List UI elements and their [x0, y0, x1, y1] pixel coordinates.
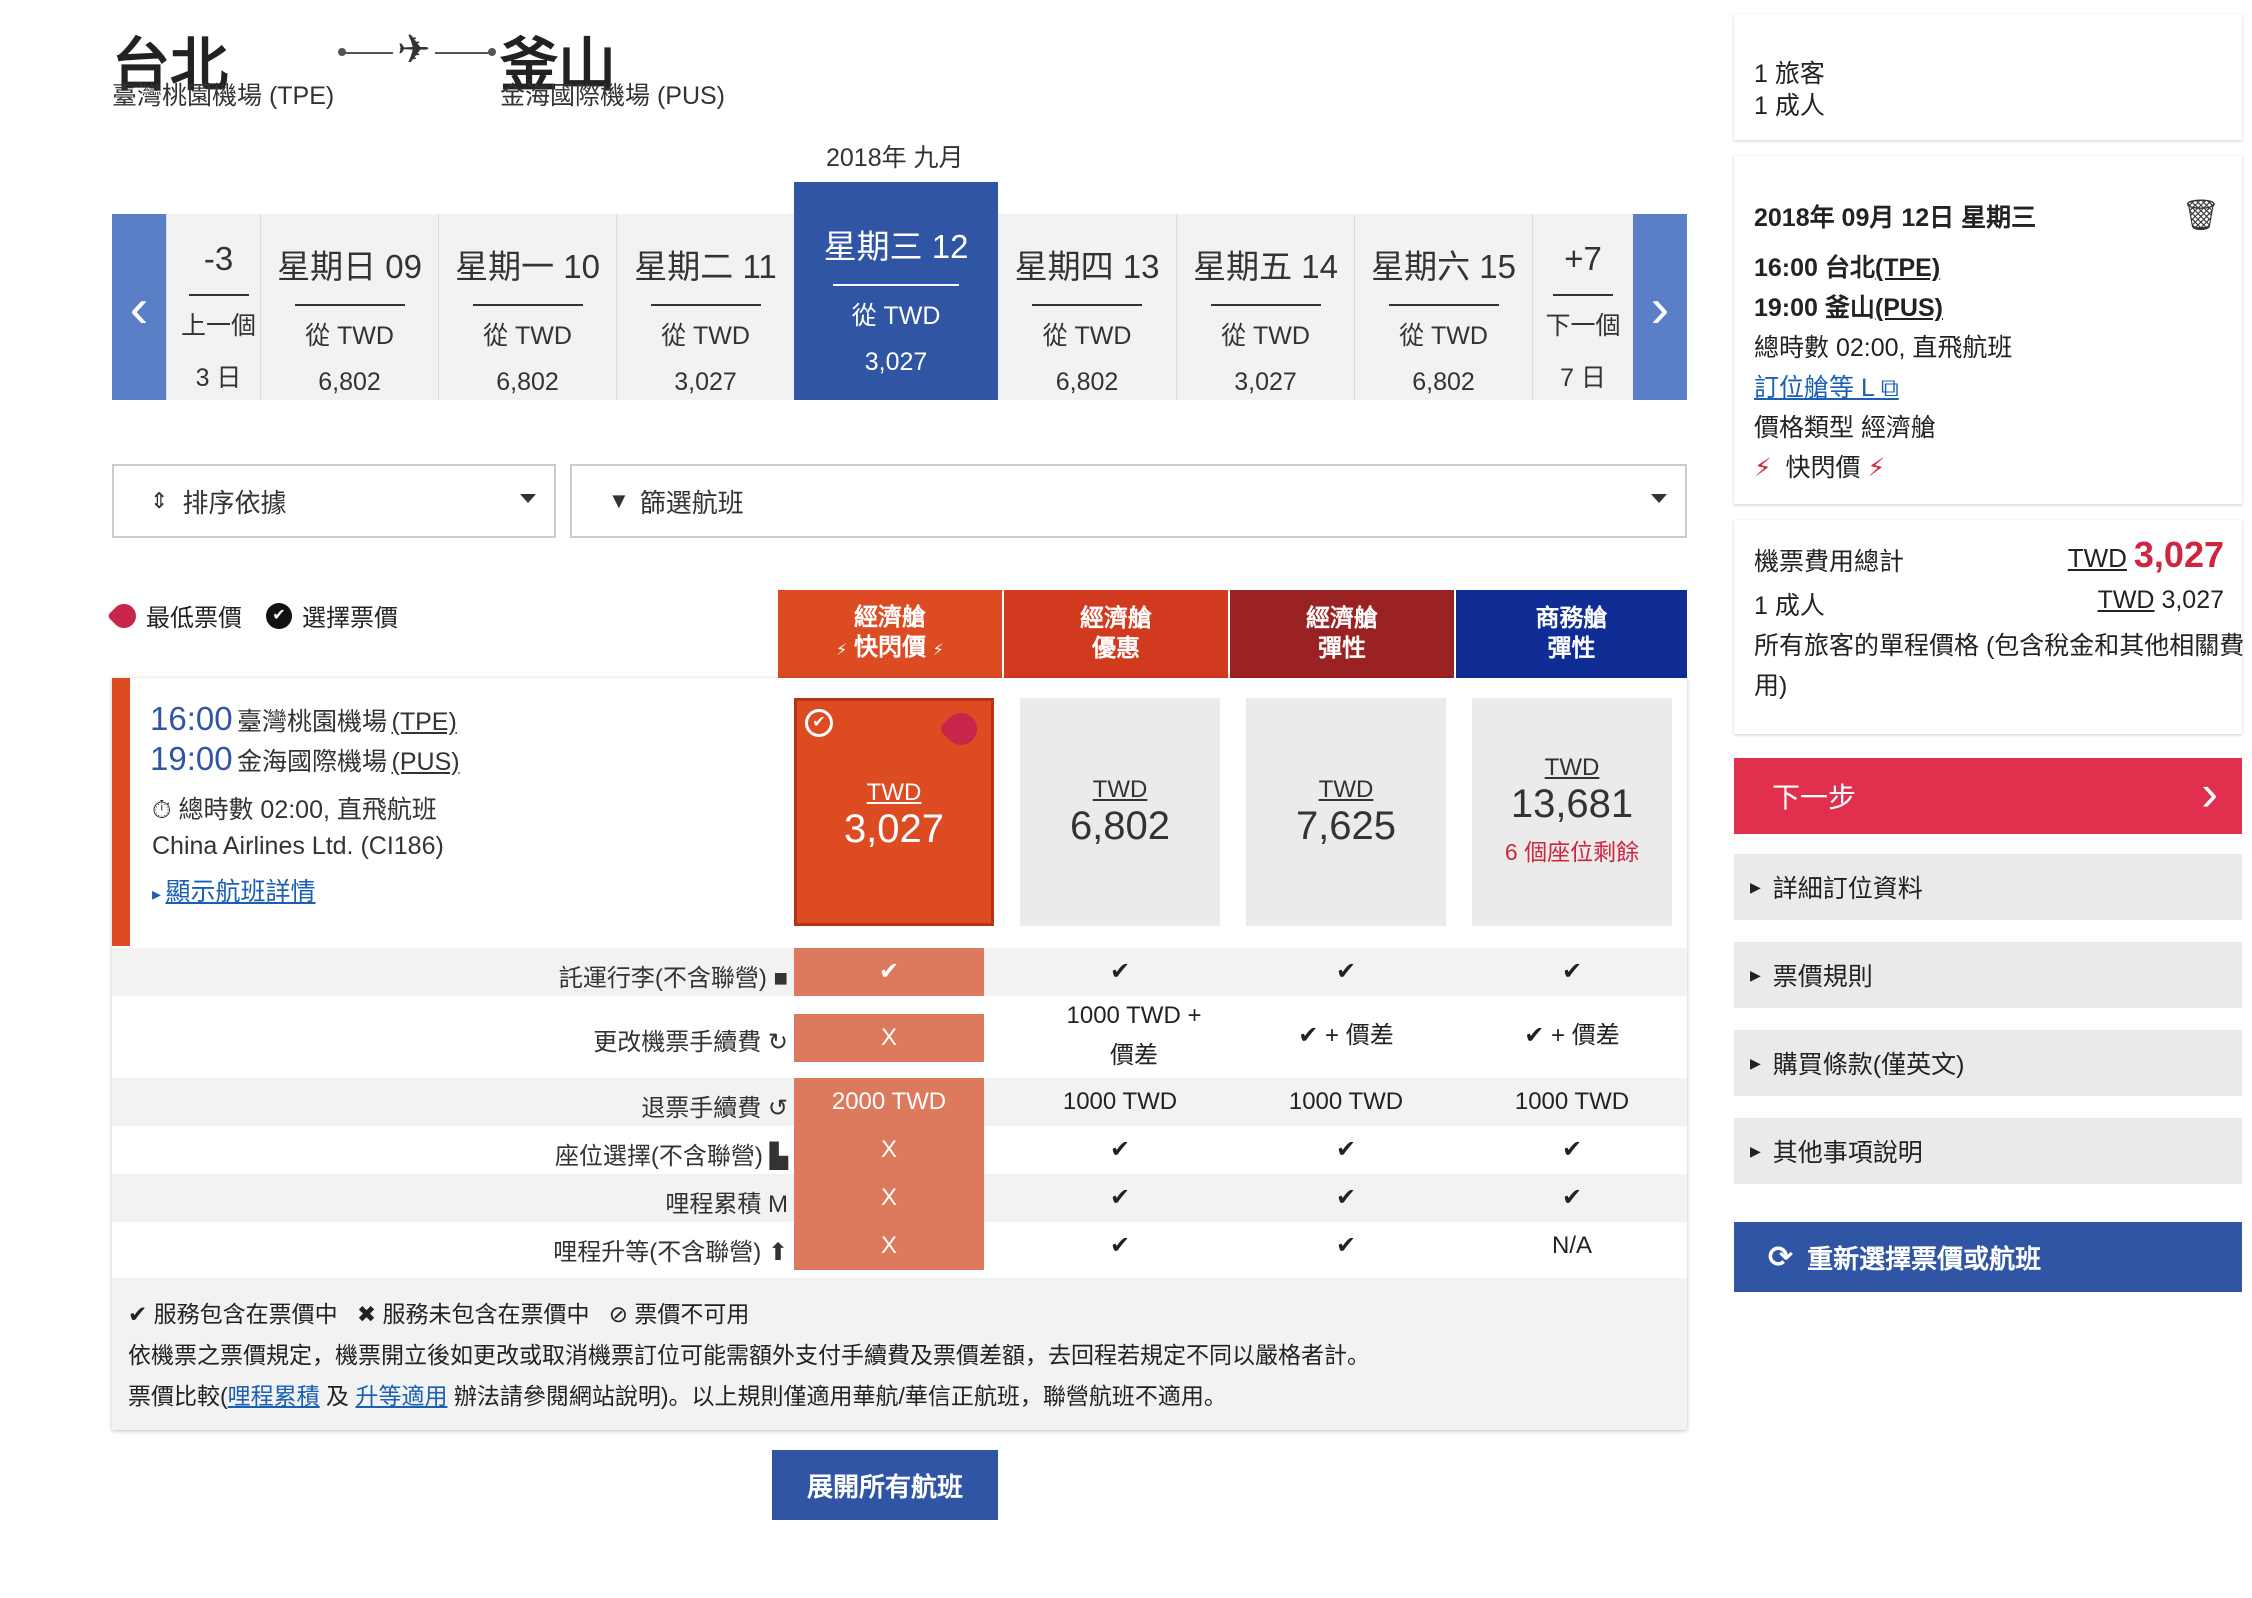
total-price: 3,027: [2133, 534, 2224, 575]
feature-row-change-fee: 更改機票手續費 ↻ X 1000 TWD + 價差 ✔ + 價差 ✔ + 價差: [593, 1002, 1620, 1069]
chevron-right-icon: ›: [1650, 275, 1670, 339]
day-mon-10[interactable]: 星期一 10 從 TWD 6,802: [438, 214, 616, 400]
trash-icon[interactable]: 🗑: [2182, 198, 2220, 233]
accordion-other-notes[interactable]: ▶ 其他事項說明: [1734, 1118, 2242, 1184]
price-legend: 最低票價 ✔ 選擇票價: [107, 598, 398, 633]
booking-class-link[interactable]: 訂位艙等 L ⧉: [1754, 368, 1899, 404]
departure-airport: 臺灣桃園機場: [237, 708, 388, 736]
flash-icon: ⚡: [1867, 454, 1885, 482]
calendar-month: 2018年 九月: [826, 144, 964, 172]
day-wed-12-selected[interactable]: 星期三 12 從 TWD 3,027: [794, 182, 998, 400]
airplane-icon: ✈: [393, 30, 435, 70]
show-flight-details-link[interactable]: ▸ 顯示航班詳情: [152, 872, 316, 908]
fare-header-economy-discount: 經濟艙 優惠: [1004, 590, 1228, 678]
caret-right-icon: ▸: [152, 884, 162, 904]
arrival-time: 19:00: [150, 740, 233, 777]
sort-select[interactable]: ⇕ 排序依據: [112, 464, 556, 538]
fare-header-economy-flash: 經濟艙 ⚡ 快閃價 ⚡: [778, 590, 1002, 678]
flash-icon: ⚡: [836, 641, 848, 659]
caret-right-icon: ▶: [1750, 1054, 1761, 1071]
destination-airport: 金海國際機場 (PUS): [500, 82, 726, 110]
day-next-7[interactable]: +7 下一個 7 日: [1532, 214, 1633, 400]
price-tag-icon: [107, 598, 141, 633]
fare-option-economy-flex[interactable]: TWD 7,625: [1246, 698, 1446, 926]
feature-row-baggage: 託運行李(不含聯營) ■ ✔ ✔ ✔ ✔: [112, 948, 1687, 996]
prev-dates-button[interactable]: ‹: [112, 214, 166, 400]
flight-duration: 總時數 02:00, 直飛航班: [178, 796, 437, 824]
check-icon: ✔: [128, 1301, 148, 1327]
refresh-icon: ⟳: [1768, 1240, 1794, 1274]
refund-icon: ↺: [767, 1095, 788, 1122]
filter-label: 篩選航班: [639, 487, 744, 518]
expand-all-flights-button[interactable]: 展開所有航班: [772, 1450, 998, 1520]
price-tag-icon: [938, 706, 984, 752]
passenger-summary: 1 旅客 1 成人: [1734, 14, 2242, 140]
fare-header-business-flex: 商務艙 彈性: [1456, 590, 1687, 678]
itinerary-date: 2018年 09月 12日 星期三: [1754, 204, 2037, 232]
accordion-fare-rules[interactable]: ▶ 票價規則: [1734, 942, 2242, 1008]
legend-selected: 選擇票價: [302, 605, 398, 632]
check-circle-icon: ✔: [266, 602, 292, 629]
upgrade-icon: ⬆: [767, 1239, 788, 1266]
accordion-purchase-terms[interactable]: ▶ 購買條款(僅英文): [1734, 1030, 2242, 1096]
unavailable-icon: ⊘: [608, 1301, 628, 1327]
next-step-button[interactable]: 下一步 ›: [1734, 758, 2242, 834]
fare-option-economy-discount[interactable]: TWD 6,802: [1020, 698, 1220, 926]
filter-select[interactable]: ▼ 篩選航班: [570, 464, 1687, 538]
seat-icon: ▙: [769, 1143, 788, 1170]
day-fri-14[interactable]: 星期五 14 從 TWD 3,027: [1176, 214, 1354, 400]
feature-row-miles-upgrade: 哩程升等(不含聯營) ⬆ X ✔ ✔ N/A: [112, 1222, 1687, 1270]
caret-right-icon: ▶: [1750, 878, 1761, 895]
chevron-right-icon: ›: [2201, 765, 2218, 821]
selected-check-icon: ✔: [805, 709, 833, 737]
flash-icon: ⚡: [932, 641, 944, 659]
miles-icon: M: [768, 1191, 788, 1218]
reselect-fare-button[interactable]: ⟳ 重新選擇票價或航班: [1734, 1222, 2242, 1292]
day-sun-09[interactable]: 星期日 09 從 TWD 6,802: [260, 214, 438, 400]
arrival-airport: 金海國際機場: [237, 748, 388, 776]
fare-rule-note: 依機票之票價規定，機票開立後如更改或取消機票訂位可能需額外支付手續費及票價差額，…: [128, 1342, 1370, 1368]
departure-time: 16:00: [150, 700, 233, 737]
miles-earning-link[interactable]: 哩程累積: [228, 1383, 320, 1409]
day-tue-11[interactable]: 星期二 11 從 TWD 3,027: [616, 214, 794, 400]
external-link-icon: ⧉: [1880, 374, 1899, 402]
feature-row-miles-earning: 哩程累積 M X ✔ ✔ ✔: [112, 1174, 1687, 1222]
stopwatch-icon: ⏱: [152, 796, 172, 824]
fare-header-economy-flex: 經濟艙 彈性: [1230, 590, 1454, 678]
seats-remaining: 6 個座位剩餘: [1504, 839, 1640, 865]
itinerary-summary: 2018年 09月 12日 星期三 🗑 16:00 台北(TPE) 19:00 …: [1734, 156, 2242, 504]
fare-option-business-flex[interactable]: TWD 13,681 6 個座位剩餘: [1472, 698, 1672, 926]
caret-right-icon: ▶: [1750, 966, 1761, 983]
flash-icon: ⚡: [1754, 454, 1772, 482]
filter-icon: ▼: [608, 488, 630, 513]
departure-code: (TPE): [391, 708, 457, 736]
suitcase-icon: ■: [773, 965, 789, 992]
caret-down-icon: [1651, 494, 1667, 503]
fare-notes: ✔ 服務包含在票價中 ✖ 服務未包含在票價中 ⊘ 票價不可用 依機票之票價規定，…: [112, 1278, 1687, 1430]
origin-airport: 臺灣桃園機場 (TPE): [112, 82, 335, 110]
day-thu-13[interactable]: 星期四 13 從 TWD 6,802: [998, 214, 1176, 400]
next-dates-button[interactable]: ›: [1633, 214, 1687, 400]
cross-icon: ✖: [356, 1301, 377, 1327]
caret-down-icon: [520, 494, 536, 503]
upgrade-rules-link[interactable]: 升等適用: [355, 1383, 447, 1409]
flight-card: 16:00 臺灣桃園機場 (TPE) 19:00 金海國際機場 (PUS) ⏱ …: [112, 678, 1687, 1430]
feature-row-refund-fee: 退票手續費 ↺ 2000 TWD 1000 TWD 1000 TWD 1000 …: [112, 1078, 1687, 1126]
date-selector: ‹ -3 上一個 3 日 星期日 09 從 TWD 6,802 星期一 10 從…: [112, 182, 1687, 400]
price-summary: 機票費用總計 TWD 3,027 1 成人 TWD 3,027 所有旅客的單程價…: [1734, 520, 2244, 734]
day-prev-3[interactable]: -3 上一個 3 日: [166, 214, 270, 400]
arrival-code: (PUS): [391, 748, 460, 776]
chevron-left-icon: ‹: [129, 275, 149, 339]
feature-row-seat-selection: 座位選擇(不含聯營) ▙ X ✔ ✔ ✔: [112, 1126, 1687, 1174]
sort-icon: ⇕: [150, 488, 169, 513]
accordion-booking-details[interactable]: ▶ 詳細訂位資料: [1734, 854, 2242, 920]
flight-carrier: China Airlines Ltd. (CI186): [152, 832, 444, 860]
day-sat-15[interactable]: 星期六 15 從 TWD 6,802: [1354, 214, 1532, 400]
legend-lowest: 最低票價: [146, 605, 242, 632]
sort-label: 排序依據: [182, 487, 287, 518]
fare-option-economy-flash[interactable]: ✔ TWD 3,027: [794, 698, 994, 926]
caret-right-icon: ▶: [1750, 1142, 1761, 1159]
refresh-icon: ↻: [767, 1029, 788, 1056]
